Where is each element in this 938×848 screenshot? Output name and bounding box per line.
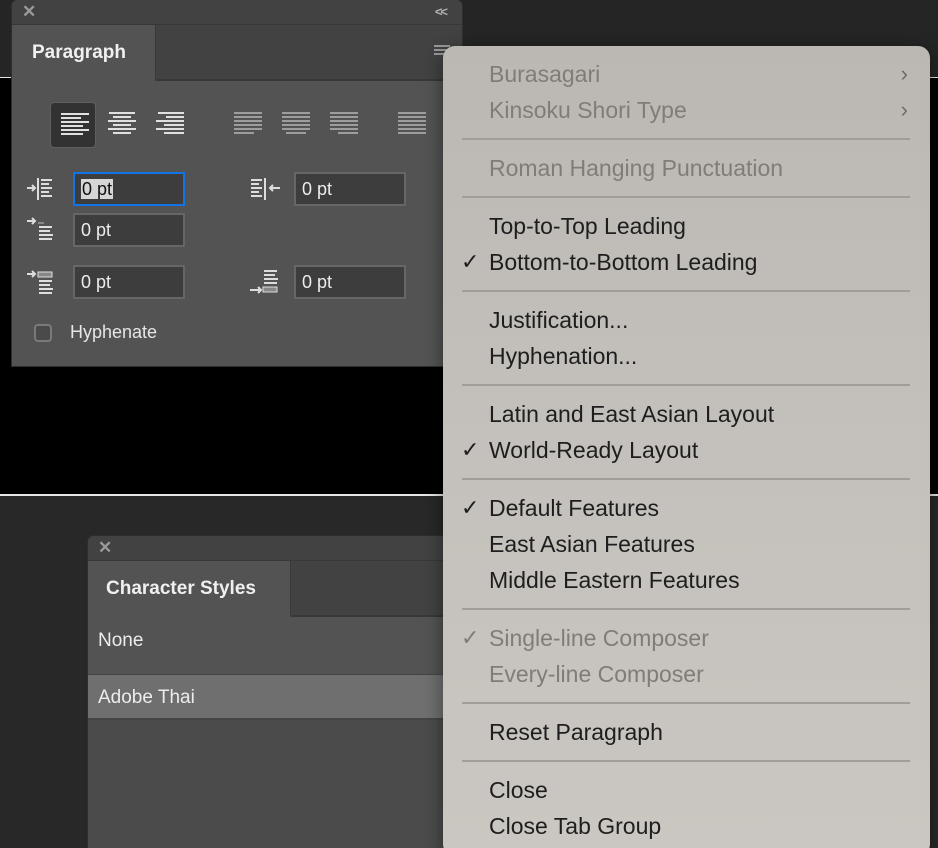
menu-item-roman-hanging-punctuation: Roman Hanging Punctuation [443,150,930,186]
left-indent-value: 0 pt [81,179,114,199]
space-after-icon [250,270,278,294]
menu-item-bottom-to-bottom-leading[interactable]: ✓ Bottom-to-Bottom Leading [443,244,930,280]
menu-separator [443,750,930,772]
hyphenate-checkbox[interactable] [34,323,52,342]
tab-character-styles[interactable]: Character Styles [88,561,291,617]
style-item-adobe-thai[interactable]: Adobe Thai [88,674,468,720]
paragraph-panel-flyout-menu: Burasagari › Kinsoku Shori Type › Roman Hang… [443,46,930,848]
justify-last-right-icon [330,112,358,136]
tab-bar: Paragraph [12,25,462,81]
checkmark-icon: ✓ [461,495,480,520]
menu-item-label: Kinsoku Shori Type [489,97,687,123]
panel-titlebar[interactable]: ✕ << [12,0,462,25]
first-line-indent-icon [27,217,53,240]
menu-separator [443,128,930,150]
justify-last-right-button[interactable] [320,102,366,148]
menu-item-label: Close Tab Group [489,813,662,839]
menu-item-close-tab-group[interactable]: Close Tab Group [443,808,930,844]
menu-item-label: Hyphenation... [489,343,638,369]
menu-item-reset-paragraph[interactable]: Reset Paragraph [443,714,930,750]
chevron-right-icon: › [900,97,908,122]
menu-item-latin-and-east-asian-layout[interactable]: Latin and East Asian Layout [443,396,930,432]
space-before-icon [27,270,53,294]
hyphenate-row: Hyphenate [34,322,157,343]
justify-last-left-icon [234,112,262,136]
paragraph-panel: ✕ << Paragraph 0 pt 0 pt 0 pt 0 pt 0 pt … [12,0,462,366]
hyphenate-label[interactable]: Hyphenate [70,322,157,343]
menu-item-top-to-top-leading[interactable]: Top-to-Top Leading [443,208,930,244]
menu-item-label: Close [489,777,548,803]
menu-item-label: Every-line Composer [489,661,704,687]
justify-all-button[interactable] [388,102,434,148]
checkmark-icon: ✓ [461,249,480,274]
menu-item-every-line-composer: Every-line Composer [443,656,930,692]
menu-item-east-asian-features[interactable]: East Asian Features [443,526,930,562]
menu-item-burasagari: Burasagari › [443,56,930,92]
menu-item-label: Single-line Composer [489,625,709,651]
menu-item-world-ready-layout[interactable]: ✓ World-Ready Layout [443,432,930,468]
left-indent-icon [27,178,52,200]
menu-item-label: Top-to-Top Leading [489,213,686,239]
menu-item-close[interactable]: Close [443,772,930,808]
menu-item-single-line-composer: ✓ Single-line Composer [443,620,930,656]
menu-item-label: Burasagari [489,61,601,87]
tabbar-divider [292,615,468,617]
collapse-panel-icon[interactable]: << [435,4,448,19]
menu-item-label: Roman Hanging Punctuation [489,155,784,181]
menu-item-label: Reset Paragraph [489,719,663,745]
menu-item-label: Justification... [489,307,629,333]
menu-item-default-features[interactable]: ✓ Default Features [443,490,930,526]
justify-last-center-icon [282,112,310,136]
chevron-right-icon: › [900,61,908,86]
close-panel-icon[interactable]: ✕ [98,539,114,556]
panel-titlebar[interactable]: ✕ [88,536,468,561]
character-styles-panel: ✕ Character Styles None Adobe Thai [88,536,468,848]
menu-separator [443,692,930,714]
styles-list-empty-area [88,720,468,848]
space-after-input[interactable]: 0 pt [294,265,406,299]
menu-separator [443,468,930,490]
space-before-input[interactable]: 0 pt [73,265,185,299]
right-indent-icon [251,178,280,200]
style-item-none[interactable]: None [88,618,468,664]
right-indent-input[interactable]: 0 pt [294,172,406,206]
align-left-icon [61,113,89,137]
menu-item-label: Default Features [489,495,660,521]
menu-item-label: World-Ready Layout [489,437,699,463]
left-indent-input[interactable]: 0 pt [73,172,185,206]
menu-separator [443,280,930,302]
first-line-indent-input[interactable]: 0 pt [73,213,185,247]
menu-item-label: East Asian Features [489,531,695,557]
align-center-button[interactable] [98,102,144,148]
align-left-button[interactable] [50,102,96,148]
menu-item-kinsoku-shori-type: Kinsoku Shori Type › [443,92,930,128]
menu-item-label: Latin and East Asian Layout [489,401,775,427]
menu-item-middle-eastern-features[interactable]: Middle Eastern Features [443,562,930,598]
tab-paragraph[interactable]: Paragraph [12,25,156,81]
tab-bar: Character Styles [88,561,468,617]
tabbar-divider [157,79,462,81]
menu-top-padding [443,46,930,56]
menu-separator [443,374,930,396]
menu-item-hyphenation[interactable]: Hyphenation... [443,338,930,374]
menu-separator [443,598,930,620]
menu-item-label: Middle Eastern Features [489,567,740,593]
justify-last-center-button[interactable] [272,102,318,148]
align-right-button[interactable] [146,102,192,148]
menu-separator [443,186,930,208]
menu-item-justification[interactable]: Justification... [443,302,930,338]
align-center-icon [108,112,136,136]
close-panel-icon[interactable]: ✕ [22,3,38,20]
menu-item-label: Bottom-to-Bottom Leading [489,249,758,275]
align-right-icon [156,112,184,136]
justify-all-icon [398,112,426,136]
checkmark-icon: ✓ [461,625,480,650]
justify-last-left-button[interactable] [224,102,270,148]
checkmark-icon: ✓ [461,437,480,462]
